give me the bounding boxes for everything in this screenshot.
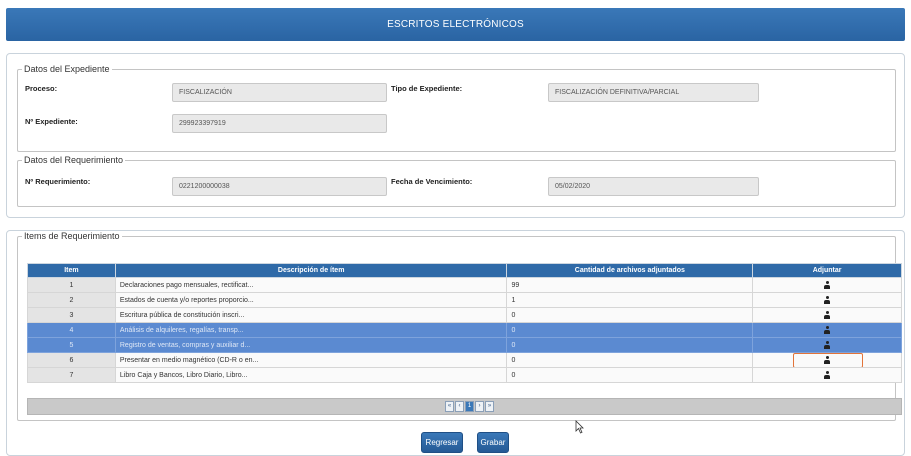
item-cantidad-cell: 0 [506,367,754,383]
item-number-cell: 4 [27,322,116,338]
page-title: ESCRITOS ELECTRÓNICOS [387,19,524,30]
pager: « ‹ 1 › » [445,401,494,412]
item-description-cell: Libro Caja y Bancos, Libro Diario, Libro… [114,367,508,383]
fecha-vencimiento-field[interactable]: 05/02/2020 [548,177,759,196]
attach-person-icon[interactable] [824,371,831,379]
items-table: Item Descripción de ítem Cantidad de arc… [27,263,902,383]
focus-outline [793,353,864,367]
adjuntar-cell[interactable] [752,352,902,368]
adjuntar-cell[interactable] [752,337,902,353]
requerimiento-legend: Datos del Requerimiento [24,155,124,165]
pager-first-button[interactable]: « [445,401,454,412]
table-row[interactable]: 6 Presentar en medio magnético (CD-R o en… [27,352,902,368]
item-description-cell: Registro de ventas, compras y auxiliar d… [114,337,508,353]
table-row[interactable]: 5 Registro de ventas, compras y auxiliar … [27,337,902,353]
item-description-cell: Estados de cuenta y/o reportes proporcio… [114,292,508,308]
column-header-cantidad[interactable]: Cantidad de archivos adjuntados [506,263,754,278]
attach-person-icon[interactable] [824,326,831,334]
item-number-cell: 1 [27,277,116,293]
item-number-cell: 6 [27,352,116,368]
numero-expediente-label: Nº Expediente: [25,117,78,126]
table-row[interactable]: 7 Libro Caja y Bancos, Libro Diario, Libr… [27,367,902,383]
tipo-expediente-field[interactable]: FISCALIZACIÓN DEFINITIVA/PARCIAL [548,83,759,102]
pager-prev-button[interactable]: ‹ [455,401,464,412]
attach-person-icon[interactable] [824,281,831,289]
item-cantidad-cell: 1 [506,292,754,308]
regresar-button[interactable]: Regresar [421,432,463,453]
adjuntar-cell[interactable] [752,307,902,323]
proceso-field[interactable]: FISCALIZACIÓN [172,83,387,102]
expediente-legend: Datos del Expediente [24,64,110,74]
mouse-cursor-icon [575,420,584,434]
pager-page-1[interactable]: 1 [465,401,474,412]
item-description-cell: Escritura pública de constitución inscri… [114,307,508,323]
item-number-cell: 2 [27,292,116,308]
items-panel: Items de Requerimiento Item Descripción … [6,230,905,456]
pager-bar: « ‹ 1 › » [27,398,902,415]
table-row[interactable]: 1 Declaraciones pago mensuales, rectifica… [27,277,902,293]
datos-panel: Datos del Expediente Proceso: FISCALIZAC… [6,53,905,218]
column-header-descripcion[interactable]: Descripción de ítem [114,263,508,278]
numero-requerimiento-field[interactable]: 0221200000038 [172,177,387,196]
numero-expediente-field[interactable]: 299923397919 [172,114,387,133]
expediente-fieldset: Datos del Expediente [17,64,896,152]
grabar-button[interactable]: Grabar [477,432,509,453]
item-cantidad-cell: 0 [506,307,754,323]
item-number-cell: 3 [27,307,116,323]
pager-next-button[interactable]: › [475,401,484,412]
column-header-item[interactable]: Item [27,263,116,278]
column-header-adjuntar[interactable]: Adjuntar [752,263,902,278]
items-legend: Items de Requerimiento [24,231,120,241]
table-header-row: Item Descripción de ítem Cantidad de arc… [27,263,902,278]
adjuntar-cell[interactable] [752,292,902,308]
adjuntar-cell[interactable] [752,277,902,293]
item-cantidad-cell: 0 [506,337,754,353]
item-description-cell: Declaraciones pago mensuales, rectificat… [114,277,508,293]
item-description-cell: Presentar en medio magnético (CD-R o en.… [114,352,508,368]
fecha-vencimiento-label: Fecha de Vencimiento: [391,177,473,186]
item-cantidad-cell: 0 [506,352,754,368]
adjuntar-cell[interactable] [752,367,902,383]
adjuntar-cell[interactable] [752,322,902,338]
pager-last-button[interactable]: » [485,401,494,412]
attach-person-icon[interactable] [824,296,831,304]
page-header: ESCRITOS ELECTRÓNICOS [6,8,905,41]
item-description-cell: Análisis de alquileres, regalías, transp… [114,322,508,338]
item-cantidad-cell: 0 [506,322,754,338]
item-number-cell: 5 [27,337,116,353]
attach-person-icon[interactable] [824,311,831,319]
table-row[interactable]: 3 Escritura pública de constitución inscr… [27,307,902,323]
table-row[interactable]: 2 Estados de cuenta y/o reportes proporci… [27,292,902,308]
proceso-label: Proceso: [25,84,58,93]
tipo-expediente-label: Tipo de Expediente: [391,84,463,93]
table-row[interactable]: 4 Análisis de alquileres, regalías, trans… [27,322,902,338]
item-cantidad-cell: 99 [506,277,754,293]
attach-person-icon[interactable] [824,341,831,349]
item-number-cell: 7 [27,367,116,383]
numero-requerimiento-label: Nº Requerimiento: [25,177,91,186]
